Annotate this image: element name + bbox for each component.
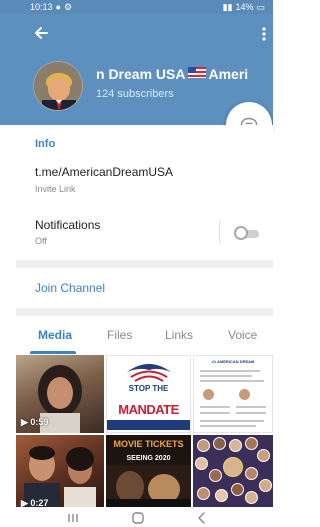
video-duration: ▶ 0:59 xyxy=(21,417,49,427)
participant-photo xyxy=(209,469,222,482)
home-icon[interactable] xyxy=(131,511,145,524)
section-divider xyxy=(16,308,273,316)
participant-photo xyxy=(197,487,210,500)
system-nav-bar xyxy=(0,508,273,527)
flyer-text-line xyxy=(200,425,256,427)
movie-poster-title: MOVIE TICKETS xyxy=(113,439,184,449)
channel-title-right: Ameri xyxy=(208,66,249,82)
flyer-text-line xyxy=(200,380,264,382)
media-item-video[interactable]: ▶ 0:27 xyxy=(16,435,104,507)
flyer-text-line xyxy=(236,406,266,408)
notification-dot-icon: ● xyxy=(55,2,61,12)
participant-photo xyxy=(215,489,228,502)
status-right: ▮▮ 14% ▭ xyxy=(223,2,265,13)
poster-title: STOP THE xyxy=(128,384,169,393)
notification-gear-icon: ⚙ xyxy=(63,1,73,12)
media-item-movie-poster[interactable]: MOVIE TICKETS SEEING 2020 xyxy=(106,435,191,507)
status-bar: 10:13 ● ⚙ ▮▮ 14% ▭ xyxy=(0,0,273,14)
participant-photo xyxy=(245,491,258,504)
flyer-text-line xyxy=(236,412,266,414)
vertical-dots-icon xyxy=(262,27,266,41)
media-item-poster[interactable]: STOP THE MANDATE xyxy=(106,355,191,433)
more-menu-button[interactable] xyxy=(259,24,269,44)
speaker-photo xyxy=(202,388,215,401)
video-duration-text: 0:27 xyxy=(30,498,49,507)
tab-links[interactable]: Links xyxy=(165,328,193,342)
status-time: 10:13 xyxy=(30,2,53,12)
flyer-text-line xyxy=(200,420,264,422)
video-thumbnail xyxy=(24,446,96,507)
poster-headline: MANDATE xyxy=(118,402,179,417)
channel-title-left: n Dream USA xyxy=(96,66,186,82)
battery-level: 14% xyxy=(235,2,254,12)
flyer-text-line xyxy=(200,370,260,372)
back-button[interactable] xyxy=(30,22,52,44)
media-item-collage[interactable] xyxy=(193,435,273,507)
toggle-divider xyxy=(219,221,220,243)
info-heading: Info xyxy=(35,138,56,150)
invite-link[interactable]: t.me/AmericanDreamUSA xyxy=(35,165,173,179)
participant-photo xyxy=(245,467,258,480)
participant-photo xyxy=(231,483,244,496)
participant-photo xyxy=(257,449,270,462)
participant-photo xyxy=(259,479,272,492)
video-duration-text: 0:59 xyxy=(30,417,49,427)
join-channel-button[interactable]: Join Channel xyxy=(35,281,105,295)
recents-icon[interactable] xyxy=(66,513,80,523)
notifications-status: Off xyxy=(35,236,47,246)
participant-photo xyxy=(197,439,210,452)
tab-voice[interactable]: Voice xyxy=(228,328,257,342)
flyer-text-line xyxy=(200,406,230,408)
channel-avatar[interactable] xyxy=(33,61,83,111)
avatar-portrait xyxy=(34,62,82,110)
speaker-photo xyxy=(238,388,251,401)
arrow-left-icon xyxy=(35,27,48,39)
video-duration: ▶ 0:27 xyxy=(21,498,49,507)
channel-title: n Dream USA Ameri xyxy=(96,66,248,82)
media-item-flyer[interactable]: #1 AMERICAN DREAM xyxy=(193,355,273,433)
poster-banner xyxy=(107,420,190,430)
notifications-label[interactable]: Notifications xyxy=(35,218,100,232)
media-grid: ▶ 0:59 STOP THE MANDATE #1 AMERICAN DREA… xyxy=(16,354,273,508)
flyer-text-line xyxy=(200,375,252,377)
tab-media[interactable]: Media xyxy=(38,328,72,342)
back-chevron-icon[interactable] xyxy=(197,511,207,524)
participant-photo xyxy=(195,457,208,470)
info-section: Info t.me/AmericanDreamUSA Invite Link N… xyxy=(16,125,273,260)
participant-photo xyxy=(245,437,258,450)
media-tabs: Media Files Links Voice xyxy=(16,316,273,354)
status-left: 10:13 ● ⚙ xyxy=(30,2,72,13)
flyer-heading: #1 AMERICAN DREAM xyxy=(211,359,255,364)
invite-link-caption: Invite Link xyxy=(35,184,76,194)
participant-photo xyxy=(229,439,242,452)
eagle-emblem-icon xyxy=(127,364,171,382)
movie-poster-subtitle: SEEING 2020 xyxy=(126,455,171,462)
signal-icon: ▮▮ xyxy=(222,1,233,12)
flyer-text-line xyxy=(200,412,230,414)
join-channel-row[interactable]: Join Channel xyxy=(16,268,273,308)
media-item-video[interactable]: ▶ 0:59 xyxy=(16,355,104,433)
battery-icon: ▭ xyxy=(256,1,265,12)
notifications-toggle[interactable] xyxy=(234,226,260,240)
toggle-knob xyxy=(234,226,248,240)
tab-files[interactable]: Files xyxy=(107,328,132,342)
participant-photo xyxy=(213,437,226,450)
participant-photo xyxy=(223,457,243,477)
us-flag-icon xyxy=(188,67,207,78)
section-divider xyxy=(16,260,273,268)
movie-poster-art xyxy=(106,465,191,507)
subscriber-count: 124 subscribers xyxy=(96,88,174,100)
